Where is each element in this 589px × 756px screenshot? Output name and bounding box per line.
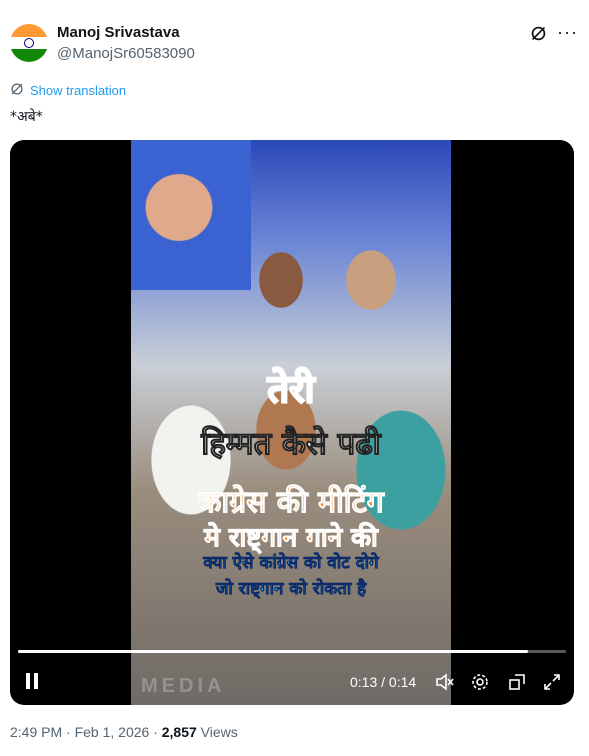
mute-icon[interactable] <box>435 672 455 698</box>
video-subtitle-line-1: क्या ऐसे कांग्रेस को वोट दोगे <box>203 553 379 574</box>
fullscreen-icon[interactable] <box>542 672 562 698</box>
flag-band-green <box>10 49 48 62</box>
settings-gear-icon[interactable] <box>470 672 490 698</box>
video-caption-line-4: मे राष्ट्गान गाने की <box>204 523 379 554</box>
pause-icon[interactable] <box>24 672 40 696</box>
video-frame[interactable]: तेरी हिम्मत कैसे पढी काग्रेस की मीटिंग म… <box>131 140 451 705</box>
video-watermark: MEDIA <box>141 675 226 697</box>
video-progress-fill <box>18 650 528 653</box>
show-translation-label: Show translation <box>30 83 127 98</box>
video-progress-bar[interactable] <box>18 650 566 653</box>
grok-icon[interactable] <box>530 25 547 47</box>
tweet-meta: 2:49 PM · Feb 1, 2026 · 2,857 Views <box>10 724 238 740</box>
avatar[interactable] <box>10 24 48 62</box>
flag-band-white <box>10 36 48 50</box>
stage-crowd-image <box>131 240 451 705</box>
tweet-text: *अबे* <box>10 109 43 125</box>
show-translation-link[interactable]: Show translation <box>10 82 126 99</box>
views-count: 2,857 <box>161 724 197 740</box>
views-label: Views <box>196 724 238 740</box>
flag-band-saffron <box>10 24 48 37</box>
video-subtitle-line-2: जो राष्ट्गान को रोकता है <box>215 579 367 600</box>
video-caption-line-2: हिम्मत कैसे पढी <box>201 426 381 463</box>
video-time-display: 0:13 / 0:14 <box>350 674 417 690</box>
user-handle[interactable]: @ManojSr60583090 <box>57 45 195 62</box>
display-name[interactable]: Manoj Srivastava <box>57 24 180 41</box>
chakra-icon <box>24 38 34 49</box>
video-caption-line-3: काग्रेस की मीटिंग <box>198 485 384 521</box>
tweet-timestamp[interactable]: 2:49 PM · Feb 1, 2026 · <box>10 724 162 740</box>
more-options-icon[interactable]: ··· <box>557 22 578 43</box>
video-player[interactable]: तेरी हिम्मत कैसे पढी काग्रेस की मीटिंग म… <box>10 140 574 705</box>
picture-in-picture-icon[interactable] <box>507 672 527 698</box>
video-caption-line-1: तेरी <box>266 366 315 412</box>
globe-icon <box>10 82 24 99</box>
